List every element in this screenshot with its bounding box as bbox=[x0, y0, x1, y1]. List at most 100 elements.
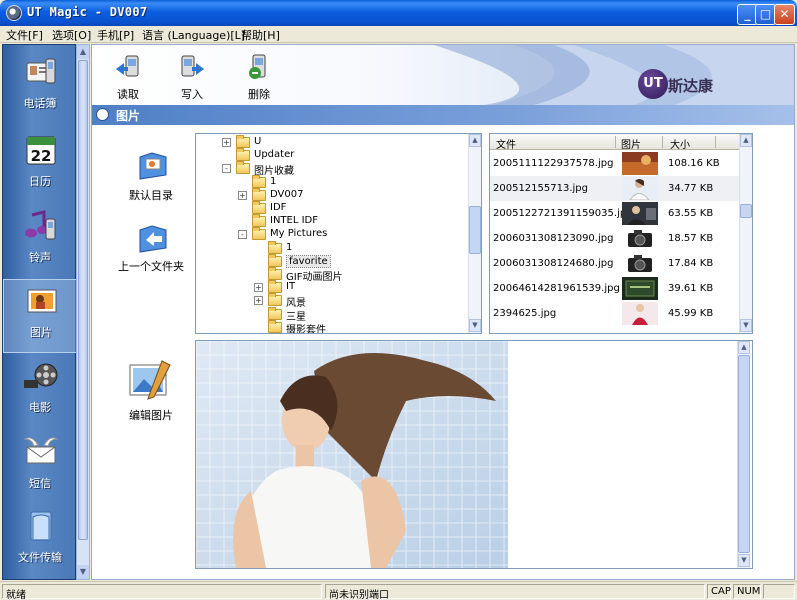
folder-icon bbox=[268, 253, 282, 267]
column-header-picture[interactable]: 图片 bbox=[621, 136, 641, 151]
scroll-up-icon[interactable]: ▲ bbox=[738, 341, 750, 354]
status-port: 尚未识别端口 bbox=[325, 584, 705, 600]
tree-item[interactable]: 1 bbox=[196, 240, 466, 255]
tree-item[interactable]: GIF动画图片 bbox=[196, 267, 466, 283]
tree-item[interactable]: 1 bbox=[196, 174, 466, 189]
tree-item[interactable]: - My Pictures bbox=[196, 227, 466, 241]
collapse-icon[interactable]: - bbox=[222, 164, 231, 174]
tree-item[interactable]: + 风景 bbox=[196, 293, 466, 309]
edit-picture-button[interactable]: 编辑图片 bbox=[106, 357, 196, 422]
read-button[interactable]: 读取 bbox=[106, 53, 150, 101]
scroll-down-icon[interactable]: ▼ bbox=[77, 565, 89, 579]
tree-item[interactable]: INTEL IDF bbox=[196, 214, 466, 228]
scroll-thumb[interactable] bbox=[740, 204, 752, 218]
menu-phone[interactable]: 手机[P] bbox=[97, 27, 134, 43]
sidebar-item-phonebook[interactable]: 电话簿 bbox=[3, 51, 77, 125]
column-header-size[interactable]: 大小 bbox=[670, 136, 690, 151]
folder-icon bbox=[252, 174, 266, 188]
file-row[interactable]: 2005111122937578.jpg 108.16 KB bbox=[490, 151, 740, 176]
sidebar-item-calendar[interactable]: 22 日历 bbox=[3, 129, 77, 203]
scroll-thumb[interactable] bbox=[738, 355, 750, 553]
folder-icon bbox=[236, 148, 250, 162]
file-list-scrollbar[interactable]: ▲ ▼ bbox=[739, 134, 752, 333]
file-row[interactable]: 2006031308124680.jpg 17.84 KB bbox=[490, 251, 740, 276]
scroll-thumb[interactable] bbox=[469, 206, 481, 254]
delete-label: 删除 bbox=[248, 88, 270, 101]
expand-icon[interactable]: + bbox=[222, 138, 231, 147]
file-list[interactable]: 文件 图片 大小 2005111122937578.jpg 108.16 KB 20… bbox=[489, 133, 753, 334]
status-extra bbox=[763, 584, 795, 599]
tree-item[interactable]: + U bbox=[196, 135, 466, 149]
tree-item[interactable]: - 图片收藏 bbox=[196, 161, 466, 177]
tree-item[interactable]: IDF bbox=[196, 201, 466, 215]
scroll-down-icon[interactable]: ▼ bbox=[740, 319, 752, 332]
sidebar-item-label: 文件传输 bbox=[18, 551, 62, 564]
tree-scrollbar[interactable]: ▲ ▼ bbox=[468, 134, 481, 333]
column-header-file[interactable]: 文件 bbox=[496, 136, 516, 151]
sidebar-item-movie[interactable]: 电影 bbox=[3, 355, 77, 429]
expand-icon[interactable]: + bbox=[238, 190, 247, 200]
menu-bar: 文件[F] 选项[O] 手机[P] 语言 (Language)[L] 帮助[H] bbox=[0, 26, 797, 43]
collapse-icon[interactable]: - bbox=[238, 230, 247, 240]
sidebar-item-picture[interactable]: 图片 bbox=[3, 279, 77, 353]
main-panel: 读取 写入 删除 UT 斯达康 图片 默认目录 上一个文件夹 编辑图片 + U … bbox=[91, 44, 795, 580]
default-folder-icon bbox=[139, 152, 167, 180]
menu-help[interactable]: 帮助[H] bbox=[241, 27, 280, 43]
toolbar: 读取 写入 删除 UT 斯达康 bbox=[92, 45, 794, 105]
scroll-up-icon[interactable]: ▲ bbox=[469, 134, 481, 147]
file-row[interactable]: 2394625.jpg 45.99 KB bbox=[490, 301, 740, 326]
delete-icon bbox=[249, 54, 266, 79]
tree-item[interactable]: + IT bbox=[196, 280, 466, 294]
sidebar-item-file-transfer[interactable]: 文件传输 bbox=[3, 505, 77, 579]
scroll-up-icon[interactable]: ▲ bbox=[77, 45, 89, 59]
app-icon[interactable] bbox=[6, 5, 22, 21]
parent-folder-button[interactable]: 上一个文件夹 bbox=[106, 220, 196, 273]
file-row[interactable]: 20064614281961539.jpg 39.61 KB bbox=[490, 276, 740, 301]
menu-options[interactable]: 选项[O] bbox=[52, 27, 91, 43]
tree-item-label: Updater bbox=[254, 149, 295, 161]
read-icon bbox=[116, 55, 139, 77]
tree-item-label: favorite bbox=[286, 254, 331, 268]
tree-item-label: 1 bbox=[270, 175, 277, 187]
maximize-button[interactable]: □ bbox=[755, 4, 776, 25]
folder-icon bbox=[268, 240, 282, 254]
file-row[interactable]: 200512155713.jpg 34.77 KB bbox=[490, 176, 740, 201]
close-button[interactable]: ✕ bbox=[774, 4, 795, 25]
scroll-up-icon[interactable]: ▲ bbox=[740, 134, 752, 147]
tree-item[interactable]: + DV007 bbox=[196, 187, 466, 202]
phonebook-icon bbox=[26, 58, 56, 84]
tree-item[interactable]: Updater bbox=[196, 148, 466, 162]
sidebar-scrollbar[interactable]: ▲ ▼ bbox=[76, 44, 90, 580]
folder-icon bbox=[252, 187, 266, 201]
tree-item[interactable]: 三星 bbox=[196, 306, 466, 323]
file-row[interactable]: 2006031308123090.jpg 18.57 KB bbox=[490, 226, 740, 251]
file-size: 45.99 KB bbox=[668, 308, 714, 319]
scroll-down-icon[interactable]: ▼ bbox=[738, 554, 750, 567]
parent-folder-label: 上一个文件夹 bbox=[118, 260, 184, 273]
scroll-thumb[interactable] bbox=[78, 60, 88, 540]
menu-file[interactable]: 文件[F] bbox=[6, 27, 43, 43]
window-title: UT Magic - DV007 bbox=[27, 5, 148, 19]
picture-icon bbox=[27, 289, 57, 313]
movie-icon bbox=[24, 363, 58, 388]
preview-scrollbar[interactable]: ▲ ▼ bbox=[737, 341, 750, 568]
expand-icon[interactable]: + bbox=[254, 296, 263, 306]
tree-item-label: 1 bbox=[286, 241, 293, 253]
sidebar: 电话簿 22 日历 铃声 图片 电影 短信 文件传输 bbox=[2, 44, 77, 580]
folder-tree[interactable]: + U Updater - 图片收藏 1 + DV007 IDF INTEL IDF - My Pic… bbox=[195, 133, 482, 334]
delete-button[interactable]: 删除 bbox=[237, 53, 281, 101]
default-dir-button[interactable]: 默认目录 bbox=[106, 149, 196, 202]
scroll-down-icon[interactable]: ▼ bbox=[469, 319, 481, 332]
sidebar-item-ringtone[interactable]: 铃声 bbox=[3, 205, 77, 279]
menu-language[interactable]: 语言 (Language)[L] bbox=[142, 27, 245, 43]
sidebar-item-label: 图片 bbox=[30, 326, 52, 339]
file-row[interactable]: 2005122721391159035.jpg 63.55 KB bbox=[490, 201, 740, 226]
write-button[interactable]: 写入 bbox=[170, 53, 214, 101]
file-name: 20064614281961539.jpg bbox=[493, 283, 620, 294]
sidebar-item-label: 短信 bbox=[29, 477, 51, 490]
sidebar-item-sms[interactable]: 短信 bbox=[3, 431, 77, 505]
tree-item[interactable]: favorite bbox=[196, 253, 466, 268]
thumbnail-image bbox=[622, 302, 658, 325]
tree-item[interactable]: 摄影套件 bbox=[196, 319, 466, 333]
expand-icon[interactable]: + bbox=[254, 283, 263, 293]
